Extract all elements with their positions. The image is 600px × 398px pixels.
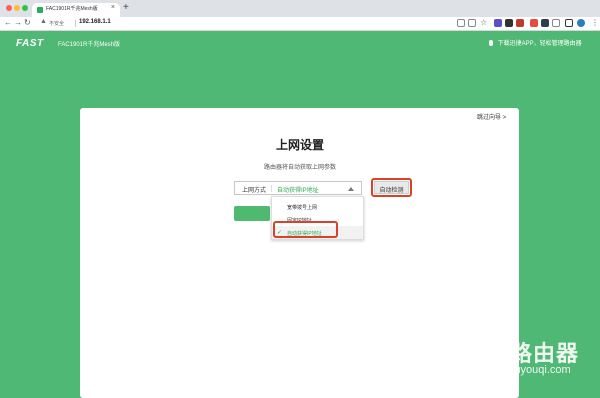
new-tab-button[interactable]: + (123, 2, 129, 13)
select-label: 上网方式 (242, 188, 267, 194)
connection-type-select[interactable]: 上网方式 自动获得IP地址 (234, 181, 362, 195)
microphone-icon (489, 40, 493, 47)
maximize-window-icon[interactable] (22, 5, 28, 11)
favicon-icon (37, 7, 43, 13)
auto-detect-button[interactable]: 自动检测 (374, 181, 409, 194)
tab-close-icon[interactable]: × (111, 4, 115, 11)
back-icon[interactable]: ← (4, 18, 12, 27)
tab-title: FAC1901R千兆Mesh版 (46, 6, 98, 12)
extension-icon[interactable] (541, 19, 549, 27)
forward-icon[interactable]: → (14, 18, 22, 27)
insecure-label: 不安全 (49, 21, 65, 27)
divider (271, 185, 272, 192)
tab-strip: FAC1901R千兆Mesh版 × + (0, 0, 600, 17)
warning-icon[interactable]: ▲ (40, 18, 47, 25)
auto-detect-label: 自动检测 (379, 188, 404, 194)
profile-icon[interactable] (577, 19, 585, 27)
app-promo-text[interactable]: 下载迅捷APP，轻松管理路由器 (498, 41, 582, 47)
sidebar-icon[interactable] (565, 19, 573, 27)
watermark-domain: luyouqi.com (512, 364, 571, 376)
address-bar[interactable]: ▲ 不安全 192.168.1.1 (35, 18, 460, 29)
page-subtitle: 路由器将自动获取上网参数 (263, 165, 336, 171)
caret-up-icon[interactable] (348, 187, 354, 191)
close-window-icon[interactable] (6, 5, 12, 11)
star-icon[interactable]: ☆ (480, 18, 488, 27)
extension-icon[interactable] (530, 19, 538, 27)
option-label: 宽带拨号上网 (287, 205, 318, 211)
skip-wizard-link[interactable]: 跳过向导 > (477, 112, 506, 121)
model-name: FAC1901R千兆Mesh版 (58, 42, 121, 48)
menu-icon[interactable]: ⋮ (591, 18, 599, 27)
app-download-link[interactable]: 下载迅捷APP，轻松管理路由器 (489, 38, 582, 47)
minimize-window-icon[interactable] (14, 5, 20, 11)
translate-icon[interactable] (468, 19, 476, 27)
url-text[interactable]: 192.168.1.1 (79, 19, 111, 25)
extension-icon[interactable] (494, 19, 502, 27)
option-pppoe[interactable]: 宽带拨号上网 (272, 200, 363, 213)
selection-highlight (273, 221, 338, 238)
puzzle-icon[interactable] (552, 19, 560, 27)
share-icon[interactable] (457, 19, 465, 27)
fast-logo: FAST (16, 38, 44, 49)
next-button[interactable] (234, 206, 270, 221)
browser-toolbar: ← → ↻ ▲ 不安全 192.168.1.1 ☆ ⋮ (0, 17, 600, 31)
extension-icon[interactable] (516, 19, 524, 27)
page-title: 上网设置 (275, 138, 324, 152)
extension-icon[interactable] (505, 19, 513, 27)
browser-tab[interactable]: FAC1901R千兆Mesh版 × (32, 3, 120, 17)
select-value[interactable]: 自动获得IP地址 (277, 185, 319, 194)
watermark-logo-icon (458, 331, 502, 375)
auto-detect-highlight: 自动检测 (371, 178, 412, 197)
divider (75, 20, 76, 27)
reload-icon[interactable]: ↻ (24, 18, 31, 27)
